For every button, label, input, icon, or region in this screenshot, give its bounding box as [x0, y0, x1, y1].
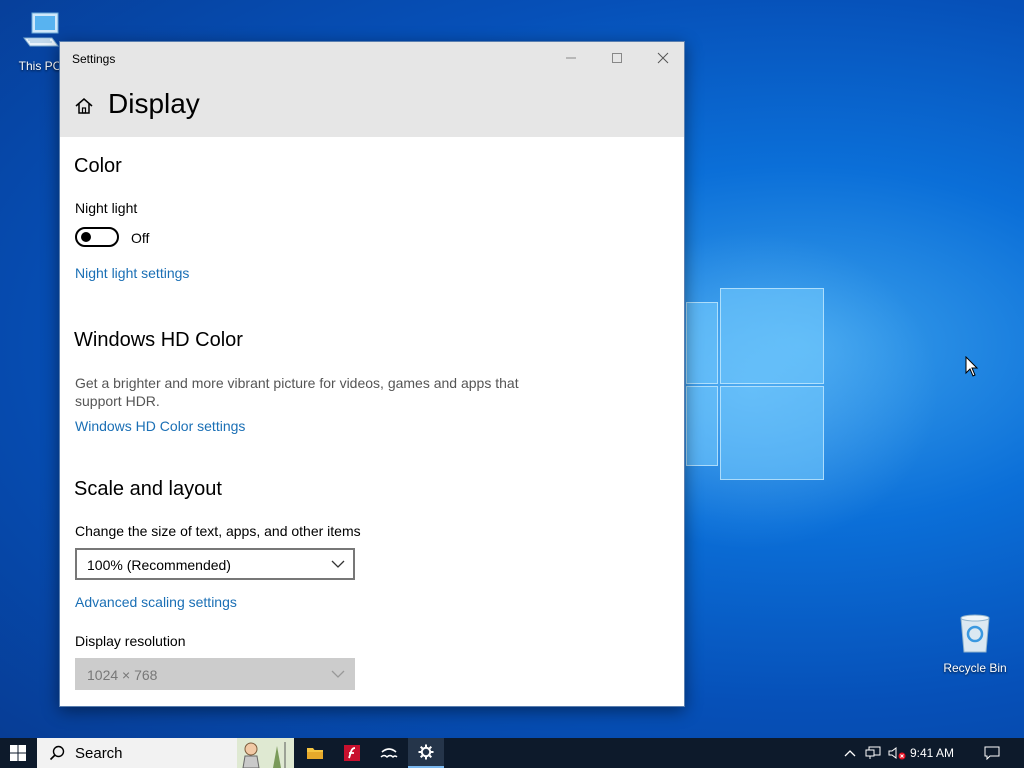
- settings-window: Settings Display Color Night light Off N…: [59, 41, 685, 707]
- maximize-icon: [612, 53, 622, 63]
- minimize-icon: [566, 57, 576, 59]
- section-heading-color: Color: [74, 155, 122, 177]
- window-title: Settings: [72, 52, 116, 66]
- taskbar-app-launcher[interactable]: [371, 738, 407, 768]
- taskbar-file-explorer[interactable]: [297, 738, 333, 768]
- scale-size-label: Change the size of text, apps, and other…: [75, 523, 361, 539]
- search-placeholder: Search: [75, 745, 123, 762]
- scale-dropdown-value: 100% (Recommended): [87, 557, 231, 573]
- night-light-toggle[interactable]: [75, 227, 119, 247]
- desktop-icon-recycle-bin[interactable]: Recycle Bin: [937, 612, 1013, 675]
- night-light-settings-link[interactable]: Night light settings: [75, 265, 189, 281]
- app-wave-icon: [380, 748, 398, 758]
- windows-start-icon: [10, 745, 26, 761]
- close-button[interactable]: [640, 42, 684, 74]
- resolution-dropdown-value: 1024 × 768: [87, 667, 158, 683]
- search-icon: [49, 745, 65, 761]
- minimize-button[interactable]: [548, 42, 594, 74]
- scale-dropdown[interactable]: 100% (Recommended): [75, 548, 355, 580]
- taskbar-settings[interactable]: [408, 738, 444, 768]
- hd-color-settings-link[interactable]: Windows HD Color settings: [75, 418, 245, 434]
- close-icon: [657, 52, 669, 64]
- flash-icon: [344, 745, 360, 761]
- action-center-button[interactable]: [980, 738, 1004, 768]
- advanced-scaling-link[interactable]: Advanced scaling settings: [75, 594, 237, 610]
- chevron-down-icon: [331, 560, 345, 568]
- resolution-label: Display resolution: [75, 633, 186, 649]
- taskbar-clock[interactable]: 9:41 AM: [910, 746, 954, 760]
- night-light-label: Night light: [75, 200, 138, 216]
- start-button[interactable]: [0, 738, 36, 768]
- show-hidden-icons-button[interactable]: [840, 738, 860, 768]
- mouse-cursor-icon: [965, 356, 979, 377]
- notification-icon: [984, 746, 1000, 760]
- hd-color-description: Get a brighter and more vibrant picture …: [75, 375, 519, 409]
- network-icon: [865, 746, 881, 759]
- chevron-up-icon: [844, 750, 856, 757]
- folder-icon: [307, 748, 323, 759]
- page-header: Display: [60, 74, 684, 137]
- taskbar: Search 9:41 AM: [0, 738, 1024, 768]
- volume-muted-icon: [888, 747, 906, 760]
- section-heading-hd-color: Windows HD Color: [74, 329, 243, 351]
- taskbar-flash[interactable]: [334, 738, 370, 768]
- home-icon[interactable]: [74, 96, 94, 116]
- network-tray-button[interactable]: [862, 738, 884, 768]
- recycle-bin-icon: [960, 614, 990, 653]
- computer-icon: [23, 12, 59, 47]
- windows-wallpaper-logo: [686, 288, 824, 480]
- resolution-dropdown[interactable]: 1024 × 768: [75, 658, 355, 690]
- page-title: Display: [108, 88, 200, 119]
- volume-tray-button[interactable]: [886, 738, 908, 768]
- section-heading-scale: Scale and layout: [74, 478, 222, 500]
- night-light-state: Off: [131, 230, 150, 246]
- chevron-down-icon: [331, 670, 345, 678]
- taskbar-search-box[interactable]: Search: [37, 738, 294, 768]
- toggle-knob: [81, 232, 91, 242]
- search-highlight-illustration-icon: [237, 738, 294, 768]
- gear-icon: [418, 744, 434, 760]
- maximize-button[interactable]: [594, 42, 640, 74]
- desktop-icon-label: Recycle Bin: [943, 661, 1007, 675]
- settings-content: Color Night light Off Night light settin…: [60, 137, 684, 706]
- title-bar[interactable]: Settings: [60, 42, 684, 74]
